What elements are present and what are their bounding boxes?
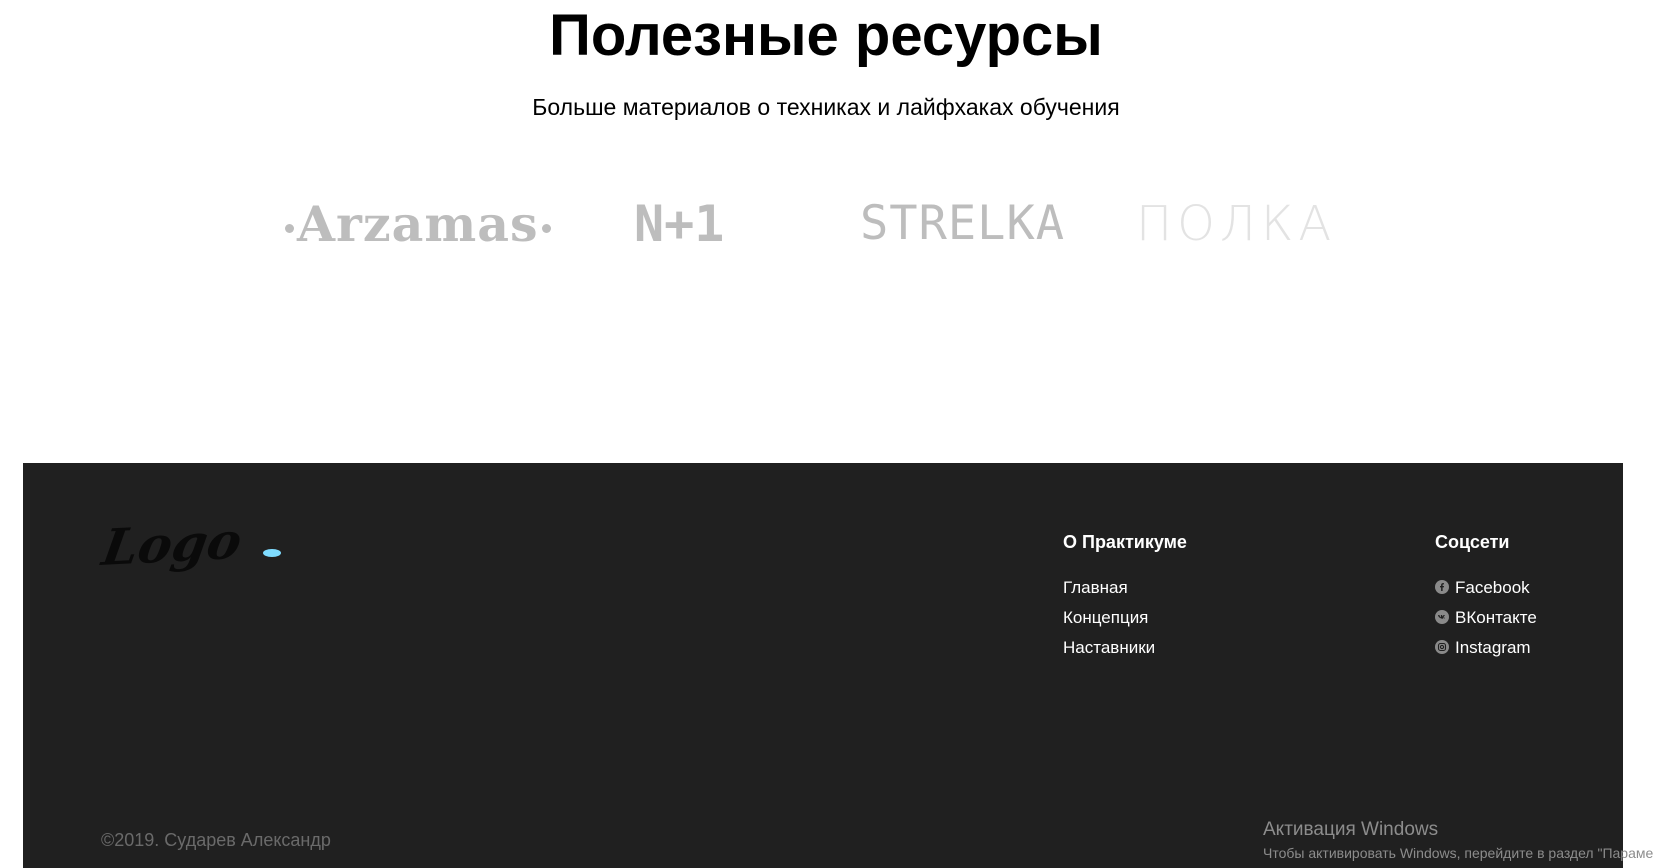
n1-logo-text: N+1 xyxy=(634,195,725,253)
footer-link-mentors[interactable]: Наставники xyxy=(1063,637,1155,659)
page: Полезные ресурсы Больше материалов о тех… xyxy=(0,0,1680,868)
strelka-logo-link[interactable]: STRELKA xyxy=(860,196,1065,252)
instagram-icon xyxy=(1435,640,1449,654)
facebook-icon xyxy=(1435,580,1449,594)
resources-section: Полезные ресурсы Больше материалов о тех… xyxy=(0,0,1680,463)
footer-social-title: Соцсети xyxy=(1435,532,1510,552)
footer: Logo О Практикуме Главная Концепция Наст… xyxy=(23,463,1623,868)
resources-title: Полезные ресурсы xyxy=(549,3,1103,68)
instagram-label: Instagram xyxy=(1455,638,1531,657)
n1-logo-link[interactable]: N+1 xyxy=(634,196,724,252)
list-item: Наставники xyxy=(1063,637,1187,659)
strelka-logo-text: STRELKA xyxy=(860,196,1066,251)
list-item: Instagram xyxy=(1435,637,1537,659)
resources-subtitle: Больше материалов о техниках и лайфхаках… xyxy=(532,94,1120,120)
footer-link-home[interactable]: Главная xyxy=(1063,577,1128,599)
footer-about-title: О Практикуме xyxy=(1063,532,1187,552)
vk-icon xyxy=(1435,610,1449,624)
logo-accent-icon xyxy=(263,549,281,557)
footer-about-column: О Практикуме Главная Концепция Наставник… xyxy=(1063,531,1187,667)
footer-link-vk[interactable]: ВКонтакте xyxy=(1435,607,1537,629)
footer-logo-text: Logo xyxy=(98,510,246,577)
polka-logo-text: ПОЛКА xyxy=(1136,196,1337,252)
list-item: Главная xyxy=(1063,577,1187,599)
footer-logo[interactable]: Logo xyxy=(98,511,313,593)
list-item: Концепция xyxy=(1063,607,1187,629)
list-item: ВКонтакте xyxy=(1435,607,1537,629)
arzamas-dot-icon xyxy=(541,224,551,233)
copyright-text: ©2019. Сударев Александр xyxy=(101,830,331,850)
arzamas-logo-text: Arzamas xyxy=(297,195,539,253)
footer-social-list: Facebook ВКонтакте Instagram xyxy=(1435,577,1537,659)
vk-label: ВКонтакте xyxy=(1455,608,1537,627)
footer-social-column: Соцсети Facebook ВКонтакте Instagram xyxy=(1435,531,1537,667)
arzamas-dot-icon xyxy=(285,224,294,233)
facebook-label: Facebook xyxy=(1455,578,1530,597)
footer-link-instagram[interactable]: Instagram xyxy=(1435,637,1531,659)
footer-link-concept[interactable]: Концепция xyxy=(1063,607,1148,629)
arzamas-logo-link[interactable]: Arzamas xyxy=(282,196,554,252)
footer-link-facebook[interactable]: Facebook xyxy=(1435,577,1530,599)
footer-about-list: Главная Концепция Наставники xyxy=(1063,577,1187,659)
list-item: Facebook xyxy=(1435,577,1537,599)
polka-logo-link[interactable]: ПОЛКА xyxy=(1136,196,1336,252)
